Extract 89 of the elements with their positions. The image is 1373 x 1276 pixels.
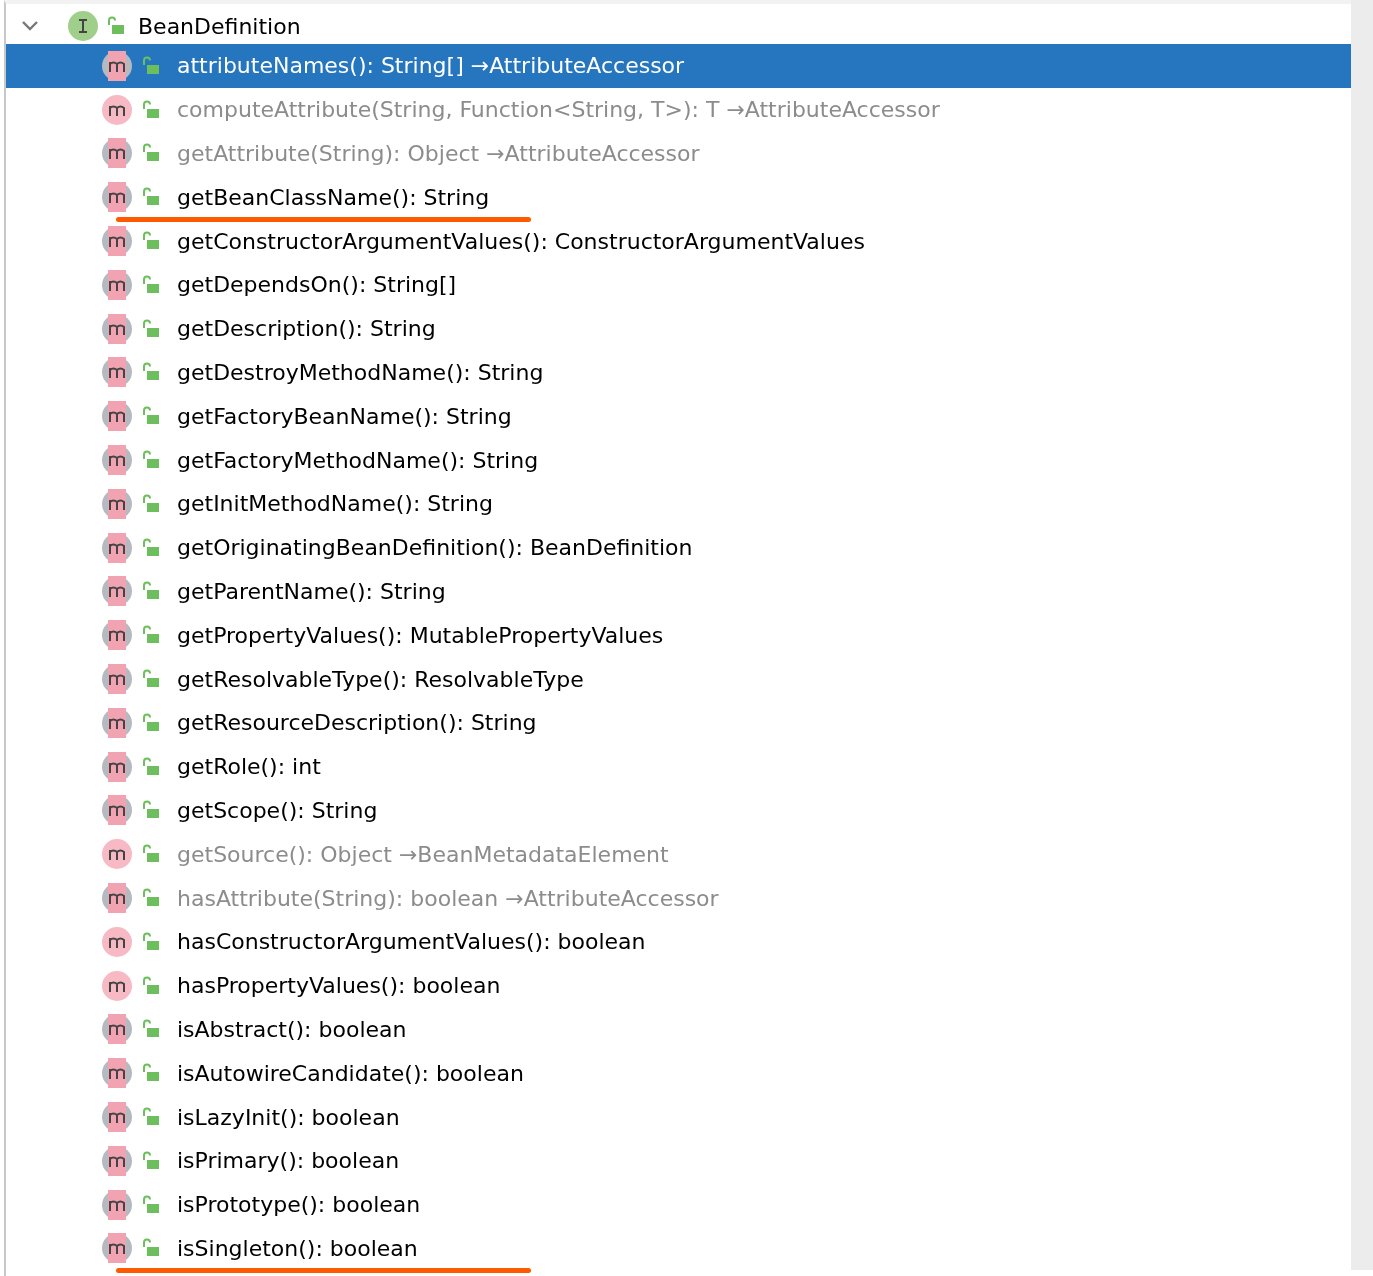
unlocked-padlock-icon bbox=[141, 493, 161, 514]
method-row[interactable]: getBeanClassName(): String bbox=[6, 175, 1351, 220]
unlocked-padlock-icon bbox=[106, 16, 126, 36]
method-signature: getOriginatingBeanDefinition(): BeanDefinition bbox=[177, 535, 693, 561]
declaring-type: →AttributeAccessor bbox=[486, 141, 700, 166]
method-row[interactable]: getScope(): String bbox=[6, 788, 1351, 833]
method-row[interactable]: getFactoryMethodName(): String bbox=[6, 438, 1351, 482]
method-row[interactable]: hasPropertyValues(): boolean bbox=[6, 963, 1351, 1008]
unlocked-padlock-icon bbox=[141, 274, 161, 295]
method-row[interactable]: hasConstructorArgumentValues(): boolean bbox=[6, 919, 1351, 964]
unlocked-padlock-icon bbox=[141, 844, 161, 865]
scrollbar-track[interactable] bbox=[1351, 0, 1373, 1270]
method-signature: hasPropertyValues(): boolean bbox=[177, 973, 501, 999]
method-row[interactable]: getRole(): int bbox=[6, 744, 1351, 789]
unlocked-padlock-icon bbox=[141, 362, 161, 383]
method-row[interactable]: getDependsOn(): String[] bbox=[6, 263, 1351, 307]
unlocked-padlock-icon bbox=[141, 1238, 161, 1259]
method-row[interactable]: isLazyInit(): boolean bbox=[6, 1095, 1351, 1139]
unlocked-padlock-icon bbox=[141, 537, 161, 558]
method-row[interactable]: isPrimary(): boolean bbox=[6, 1138, 1351, 1183]
unlocked-padlock-icon bbox=[141, 406, 161, 427]
unlocked-padlock-icon bbox=[141, 1150, 161, 1171]
method-row[interactable]: isPrototype(): boolean bbox=[6, 1182, 1351, 1227]
declaring-type: →AttributeAccessor bbox=[726, 97, 940, 123]
declaring-type: →AttributeAccessor bbox=[470, 53, 685, 79]
method-row[interactable]: isAbstract(): boolean bbox=[6, 1007, 1351, 1052]
method-row[interactable]: getDestroyMethodName(): String bbox=[6, 350, 1351, 395]
method-signature: getFactoryMethodName(): String bbox=[177, 447, 539, 473]
method-signature: isLazyInit(): boolean bbox=[177, 1104, 400, 1130]
declaring-type: →AttributeAccessor bbox=[505, 885, 719, 911]
unlocked-padlock-icon bbox=[141, 669, 161, 690]
method-signature: getSource(): Object bbox=[177, 841, 392, 867]
method-signature: getResourceDescription(): String bbox=[177, 710, 537, 736]
method-row[interactable]: getDescription(): String bbox=[6, 306, 1351, 351]
unlocked-padlock-icon bbox=[141, 318, 161, 339]
unlocked-padlock-icon bbox=[141, 99, 161, 120]
unlocked-padlock-icon bbox=[141, 931, 161, 952]
method-signature: getBeanClassName(): String bbox=[177, 184, 490, 210]
unlocked-padlock-icon bbox=[141, 1107, 161, 1127]
method-signature: getInitMethodName(): String bbox=[177, 491, 493, 517]
method-signature: computeAttribute(String, Function<String, T>): T bbox=[177, 97, 720, 123]
unlocked-padlock-icon bbox=[141, 1063, 161, 1084]
unlocked-padlock-icon bbox=[141, 625, 161, 646]
method-row[interactable]: getOriginatingBeanDefinition(): BeanDefinition bbox=[6, 525, 1351, 570]
method-signature: getRole(): int bbox=[177, 754, 321, 780]
method-signature: getParentName(): String bbox=[177, 578, 446, 604]
method-row[interactable]: getPropertyValues(): MutablePropertyValues bbox=[6, 613, 1351, 658]
unlocked-padlock-icon bbox=[141, 55, 161, 76]
unlocked-padlock-icon bbox=[141, 1019, 161, 1040]
method-signature: hasConstructorArgumentValues(): boolean bbox=[177, 929, 646, 955]
unlocked-padlock-icon bbox=[141, 888, 161, 909]
method-signature: isSingleton(): boolean bbox=[177, 1235, 418, 1261]
unlocked-padlock-icon bbox=[141, 187, 161, 208]
method-signature: isAutowireCandidate(): boolean bbox=[177, 1060, 524, 1086]
unlocked-padlock-icon bbox=[141, 231, 161, 252]
method-signature: getScope(): String bbox=[177, 797, 378, 823]
method-signature: getResolvableType(): ResolvableType bbox=[177, 666, 584, 692]
method-signature: hasAttribute(String): boolean bbox=[177, 885, 499, 911]
method-signature: getFactoryBeanName(): String bbox=[177, 403, 512, 429]
unlocked-padlock-icon bbox=[141, 712, 161, 733]
unlocked-padlock-icon bbox=[141, 975, 161, 996]
method-signature: isAbstract(): boolean bbox=[177, 1016, 407, 1042]
method-row[interactable]: getResolvableType(): ResolvableType bbox=[6, 657, 1351, 701]
unlocked-padlock-icon bbox=[141, 756, 161, 777]
method-row[interactable]: isSingleton(): boolean bbox=[6, 1226, 1351, 1271]
method-row[interactable]: isAutowireCandidate(): boolean bbox=[6, 1051, 1351, 1096]
method-signature: getAttribute(String): Object bbox=[177, 141, 480, 166]
method-row[interactable]: attributeNames(): String[] →AttributeAccessor bbox=[6, 44, 1351, 88]
method-signature: getPropertyValues(): MutablePropertyValues bbox=[177, 622, 664, 648]
method-row[interactable]: getFactoryBeanName(): String bbox=[6, 394, 1351, 439]
method-signature: isPrimary(): boolean bbox=[177, 1148, 400, 1174]
unlocked-padlock-icon bbox=[141, 800, 161, 821]
method-row[interactable]: getConstructorArgumentValues(): ConstructorArgumentValues bbox=[6, 219, 1351, 263]
method-row[interactable]: getParentName(): String bbox=[6, 569, 1351, 614]
unlocked-padlock-icon bbox=[141, 1194, 161, 1215]
method-signature: getDescription(): String bbox=[177, 316, 436, 342]
interface-icon bbox=[68, 11, 98, 41]
unlocked-padlock-icon bbox=[141, 581, 161, 602]
unlocked-padlock-icon bbox=[141, 450, 161, 471]
method-row[interactable]: getResourceDescription(): String bbox=[6, 700, 1351, 745]
method-signature: isPrototype(): boolean bbox=[177, 1192, 421, 1218]
method-signature: getDestroyMethodName(): String bbox=[177, 359, 544, 385]
method-row[interactable]: getInitMethodName(): String bbox=[6, 481, 1351, 526]
method-signature: getDependsOn(): String[] bbox=[177, 272, 457, 298]
declaring-type: →BeanMetadataElement bbox=[398, 841, 669, 867]
unlocked-padlock-icon bbox=[141, 143, 161, 164]
interface-name[interactable]: BeanDefinition bbox=[138, 13, 301, 39]
method-signature: getConstructorArgumentValues(): ConstructorArgumentValues bbox=[177, 228, 865, 254]
method-signature: attributeNames(): String[] bbox=[177, 53, 464, 79]
